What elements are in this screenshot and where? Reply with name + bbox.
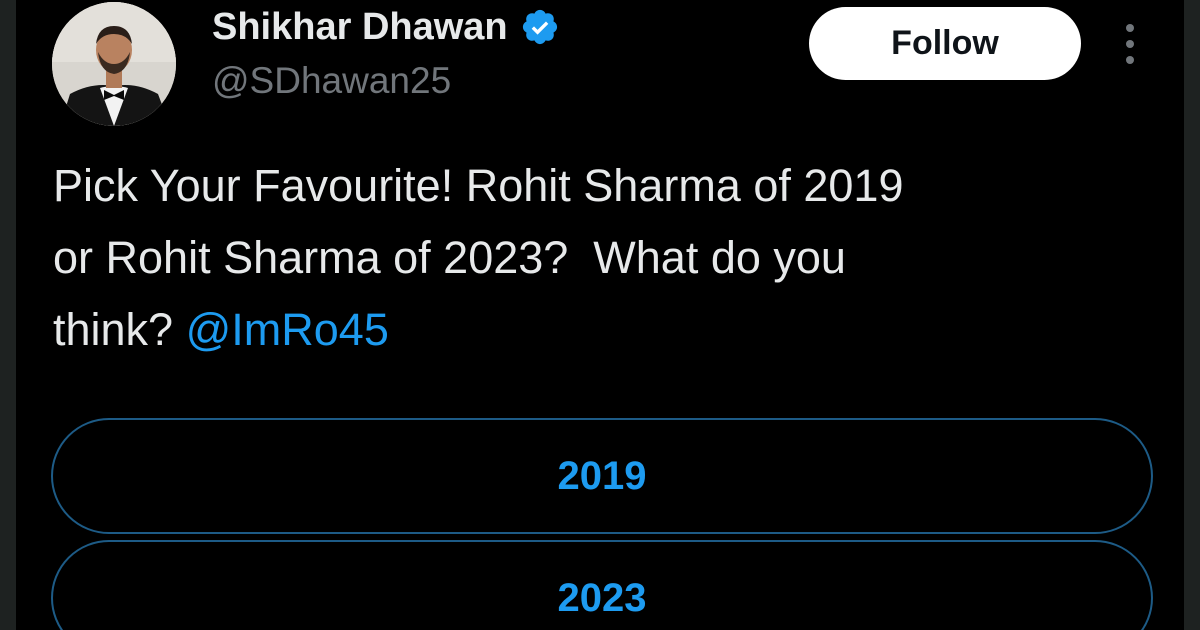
- poll-option-2019[interactable]: 2019: [51, 418, 1153, 534]
- avatar[interactable]: [52, 2, 176, 126]
- more-vertical-icon[interactable]: [1116, 22, 1144, 66]
- tweet-body: Pick Your Favourite! Rohit Sharma of 201…: [53, 160, 904, 355]
- author-name[interactable]: Shikhar Dhawan: [212, 4, 508, 50]
- author-handle[interactable]: @SDhawan25: [212, 58, 451, 104]
- tweet-card: Shikhar Dhawan @SDhawan25 Follow Pick Yo…: [16, 0, 1184, 630]
- mention-link[interactable]: @ImRo45: [186, 304, 389, 355]
- poll-option-2023[interactable]: 2023: [51, 540, 1153, 630]
- verified-badge-icon: [522, 9, 557, 45]
- avatar-photo: [52, 2, 176, 126]
- tweet-text: Pick Your Favourite! Rohit Sharma of 201…: [53, 150, 1153, 366]
- author-row: Shikhar Dhawan: [212, 4, 560, 50]
- follow-button[interactable]: Follow: [809, 7, 1081, 80]
